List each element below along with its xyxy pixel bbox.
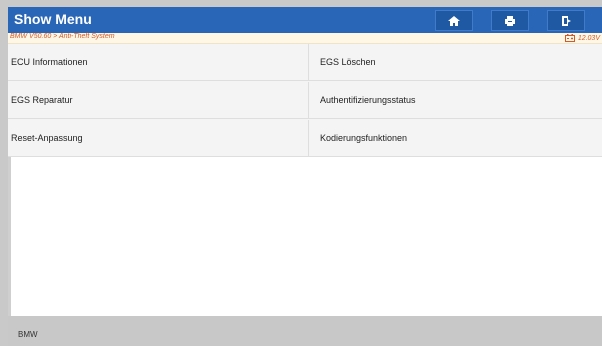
menu-grid: ECU Informationen EGS Löschen EGS Repara… bbox=[8, 44, 602, 157]
voltage-text: 12.03V bbox=[577, 34, 600, 42]
home-icon bbox=[448, 15, 460, 26]
home-button[interactable] bbox=[435, 10, 473, 31]
printer-icon bbox=[505, 15, 515, 26]
menu-item[interactable]: Authentifizierungsstatus bbox=[308, 82, 602, 119]
menu-item[interactable]: Kodierungsfunktionen bbox=[308, 120, 602, 157]
left-stripe bbox=[8, 157, 11, 337]
footer-label: BMW bbox=[18, 330, 38, 339]
menu-item[interactable]: ECU Informationen bbox=[8, 44, 308, 81]
menu-item[interactable]: EGS Löschen bbox=[308, 44, 602, 81]
bottom-bar: BMW bbox=[8, 316, 602, 346]
breadcrumb-bar: BMW V50.60 > Anti-Theft System 12.03V bbox=[8, 33, 602, 44]
print-button[interactable] bbox=[491, 10, 529, 31]
exit-button[interactable] bbox=[547, 10, 585, 31]
voltage-indicator: 12.03V bbox=[564, 33, 600, 43]
menu-item[interactable]: EGS Reparatur bbox=[8, 82, 308, 119]
battery-icon bbox=[564, 34, 575, 42]
app-window: Show Menu BMW V50.60 > Anti-Theft System bbox=[8, 7, 602, 346]
breadcrumb: BMW V50.60 > Anti-Theft System bbox=[10, 33, 115, 40]
page-title: Show Menu bbox=[14, 11, 92, 27]
menu-item[interactable]: Reset-Anpassung bbox=[8, 120, 308, 157]
title-bar: Show Menu bbox=[8, 7, 602, 33]
exit-icon bbox=[562, 15, 571, 26]
